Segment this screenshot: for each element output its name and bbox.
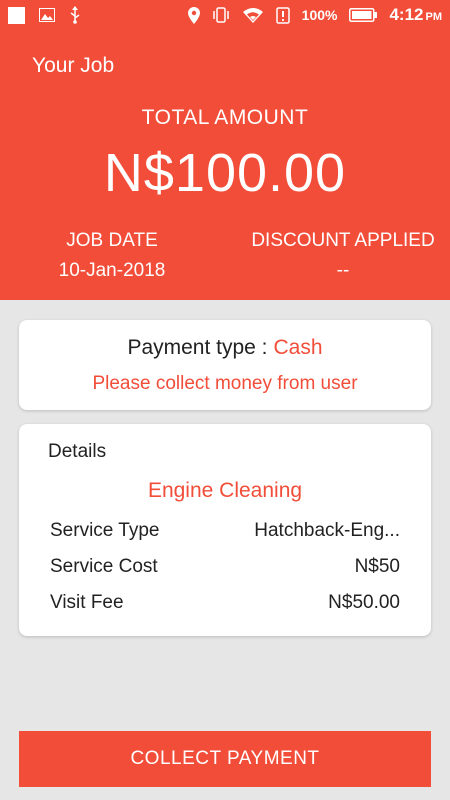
- detail-row-label: Visit Fee: [50, 592, 124, 613]
- discount-label: DISCOUNT APPLIED: [251, 230, 435, 251]
- collect-payment-button[interactable]: COLLECT PAYMENT: [19, 731, 431, 787]
- job-date-value: 10-Jan-2018: [58, 260, 166, 281]
- clock: 4:12 PM: [389, 5, 442, 25]
- usb-icon: [69, 6, 81, 24]
- detail-row-value: N$50: [354, 556, 400, 577]
- details-card: Details Engine Cleaning Service Type Hat…: [19, 424, 431, 636]
- job-summary-header: Your Job TOTAL AMOUNT N$100.00 JOB DATE …: [0, 30, 450, 300]
- payment-card: Payment type : Cash Please collect money …: [19, 320, 431, 410]
- job-date-label: JOB DATE: [66, 230, 158, 251]
- discount-value: --: [336, 260, 350, 281]
- collect-money-message: Please collect money from user: [92, 373, 358, 394]
- clock-time: 4:12: [389, 5, 424, 24]
- vibrate-icon: [212, 7, 230, 23]
- notification-icons: [8, 6, 81, 24]
- white-square-icon: [8, 6, 25, 24]
- detail-row-value: Hatchback-Eng...: [254, 520, 400, 541]
- detail-row-label: Service Type: [50, 520, 160, 541]
- total-amount-value: N$100.00: [103, 143, 347, 203]
- job-date: JOB DATE 10-Jan-2018: [30, 230, 194, 282]
- detail-row-label: Service Cost: [50, 556, 158, 577]
- total-amount-label: TOTAL AMOUNT: [141, 106, 309, 129]
- location-icon: [187, 6, 200, 24]
- service-name: Engine Cleaning: [147, 479, 303, 502]
- payment-type-label: Payment type :: [127, 336, 268, 359]
- detail-row-visit-fee: Visit Fee N$50.00: [50, 592, 400, 614]
- discount-applied: DISCOUNT APPLIED --: [240, 230, 446, 282]
- alert-icon: [275, 6, 290, 24]
- details-title: Details: [48, 441, 107, 462]
- detail-row-service-type: Service Type Hatchback-Eng...: [50, 520, 400, 542]
- battery-icon: [349, 8, 378, 22]
- payment-type-line: Payment type : Cash: [19, 336, 431, 360]
- detail-row-service-cost: Service Cost N$50: [50, 556, 400, 578]
- page-title: Your Job: [32, 54, 115, 77]
- payment-type-value: Cash: [273, 336, 323, 359]
- status-bar: 100% 4:12 PM: [0, 0, 450, 30]
- system-icons: 100% 4:12 PM: [187, 5, 442, 25]
- image-icon: [39, 8, 55, 22]
- wifi-icon: [242, 7, 264, 23]
- clock-ampm: PM: [425, 11, 443, 23]
- battery-percent: 100%: [301, 7, 338, 23]
- detail-row-value: N$50.00: [328, 592, 400, 613]
